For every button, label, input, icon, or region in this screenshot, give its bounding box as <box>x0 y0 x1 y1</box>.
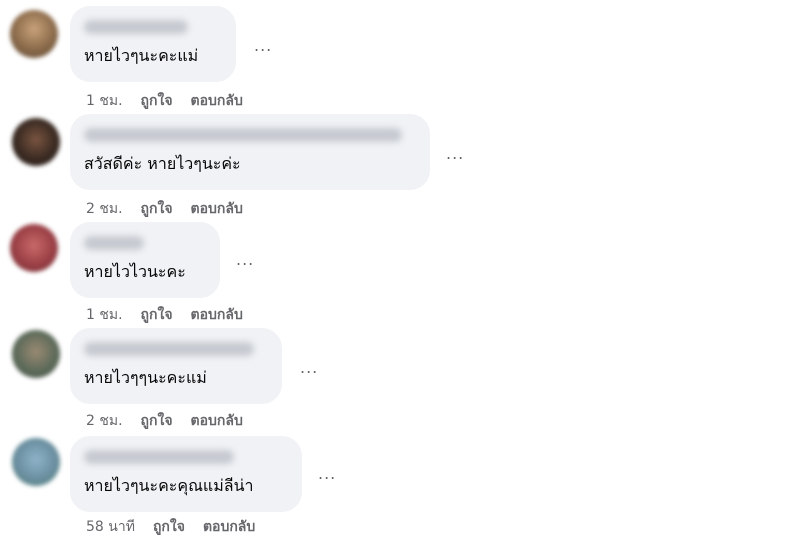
comment-meta: 58 นาที ถูกใจ ตอบกลับ <box>86 516 255 538</box>
comment-text: สวัสดีค่ะ หายไวๆนะค่ะ <box>84 154 241 173</box>
like-link[interactable]: ถูกใจ <box>153 516 185 538</box>
comment-bubble: หายไวไวนะคะ <box>70 222 220 298</box>
avatar[interactable] <box>10 224 58 272</box>
comment-meta: 2 ชม. ถูกใจ ตอบกลับ <box>86 410 243 432</box>
like-link[interactable]: ถูกใจ <box>141 90 173 112</box>
like-link[interactable]: ถูกใจ <box>141 410 173 432</box>
comment-timestamp[interactable]: 1 ชม. <box>86 304 123 326</box>
more-options-button[interactable]: ... <box>254 36 272 55</box>
commenter-name[interactable] <box>84 236 144 250</box>
comment-text: หายไวๆนะคะคุณแม่ลีน่า <box>84 476 254 495</box>
comment-text: หายไวไวนะคะ <box>84 262 186 281</box>
comment-thread: หายไวๆนะคะแม่ ... 1 ชม. ถูกใจ ตอบกลับ สว… <box>0 0 800 543</box>
comment-bubble: หายไวๆนะคะคุณแม่ลีน่า <box>70 436 302 512</box>
comment-bubble: หายไวๆๆนะคะแม่ <box>70 328 282 404</box>
avatar[interactable] <box>12 118 60 166</box>
reply-link[interactable]: ตอบกลับ <box>191 410 243 432</box>
comment-timestamp[interactable]: 58 นาที <box>86 516 135 538</box>
commenter-name[interactable] <box>84 450 234 464</box>
comment-text: หายไวๆนะคะแม่ <box>84 46 199 65</box>
comment-timestamp[interactable]: 2 ชม. <box>86 410 123 432</box>
comment-text: หายไวๆๆนะคะแม่ <box>84 368 207 387</box>
like-link[interactable]: ถูกใจ <box>141 198 173 220</box>
reply-link[interactable]: ตอบกลับ <box>203 516 255 538</box>
comment-timestamp[interactable]: 1 ชม. <box>86 90 123 112</box>
more-options-button[interactable]: ... <box>236 250 254 269</box>
more-options-button[interactable]: ... <box>300 358 318 377</box>
comment-bubble: หายไวๆนะคะแม่ <box>70 6 236 82</box>
reply-link[interactable]: ตอบกลับ <box>191 90 243 112</box>
comment-bubble: สวัสดีค่ะ หายไวๆนะค่ะ <box>70 114 430 190</box>
more-options-button[interactable]: ... <box>318 464 336 483</box>
commenter-name[interactable] <box>84 128 402 142</box>
avatar[interactable] <box>12 438 60 486</box>
avatar[interactable] <box>10 10 58 58</box>
avatar[interactable] <box>12 330 60 378</box>
comment-meta: 2 ชม. ถูกใจ ตอบกลับ <box>86 198 243 220</box>
more-options-button[interactable]: ... <box>446 144 464 163</box>
reply-link[interactable]: ตอบกลับ <box>191 198 243 220</box>
like-link[interactable]: ถูกใจ <box>141 304 173 326</box>
commenter-name[interactable] <box>84 342 254 356</box>
comment-timestamp[interactable]: 2 ชม. <box>86 198 123 220</box>
comment-meta: 1 ชม. ถูกใจ ตอบกลับ <box>86 304 243 326</box>
comment-meta: 1 ชม. ถูกใจ ตอบกลับ <box>86 90 243 112</box>
commenter-name[interactable] <box>84 20 188 34</box>
reply-link[interactable]: ตอบกลับ <box>191 304 243 326</box>
